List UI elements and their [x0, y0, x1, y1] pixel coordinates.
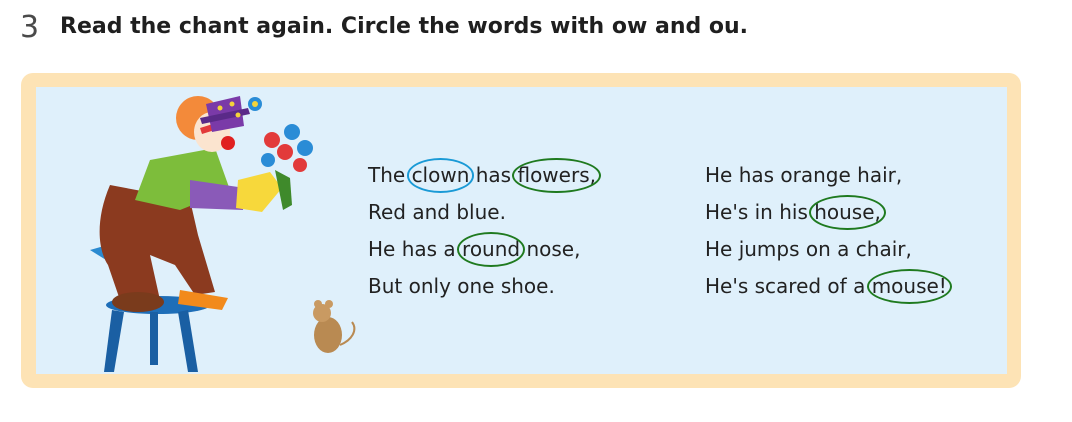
verse-right: He has orange hair, He's in his house, H… — [705, 157, 952, 305]
verse-line: He has orange hair, — [705, 163, 903, 187]
verse-line: But only one shoe. — [368, 274, 555, 298]
verse-left: The clown has flowers, Red and blue. He … — [368, 157, 601, 305]
circled-word: mouse! — [866, 268, 952, 305]
circled-word: round — [457, 231, 526, 268]
verse-text: He has a — [368, 237, 463, 261]
mouse-illustration — [313, 300, 356, 353]
verse-text: has — [469, 163, 518, 187]
circled-word-example: clown — [406, 157, 475, 194]
verse-text: He's scared of a — [705, 274, 872, 298]
verse-line: He has a round nose, — [368, 231, 596, 268]
verse-line: He's scared of a mouse! — [705, 268, 952, 305]
verse-line: The clown has flowers, — [368, 157, 601, 194]
clown-illustration — [99, 96, 282, 312]
verse-text: The — [368, 163, 412, 187]
verse-line: Red and blue. — [368, 200, 506, 224]
verse-text: nose, — [520, 237, 581, 261]
verse-line: He's in his house, — [705, 194, 947, 231]
verse-text: He's in his — [705, 200, 815, 224]
verse-line: He jumps on a chair, — [705, 237, 912, 261]
circled-word: flowers, — [512, 157, 601, 194]
circled-word: house, — [809, 194, 886, 231]
